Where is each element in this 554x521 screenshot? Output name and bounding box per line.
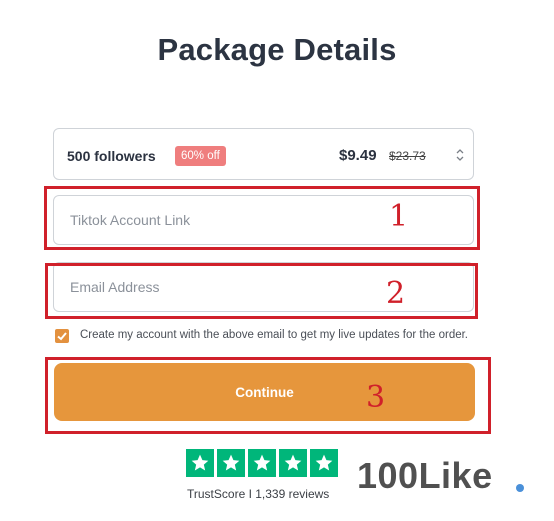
email-input[interactable] bbox=[53, 262, 474, 312]
brand-logo: 100Like bbox=[357, 455, 493, 496]
star-icon bbox=[279, 449, 307, 477]
create-account-checkbox[interactable] bbox=[55, 329, 69, 343]
logo-dot bbox=[516, 484, 524, 492]
package-select[interactable]: 500 followers 60% off $9.49 $23.73 bbox=[53, 128, 474, 180]
page-title: Package Details bbox=[157, 32, 397, 67]
star-icon bbox=[248, 449, 276, 477]
trustscore-text: TrustScore I 1,339 reviews bbox=[187, 487, 330, 501]
trustpilot-stars bbox=[186, 449, 338, 477]
annotation-number-3: 3 bbox=[366, 380, 386, 415]
star-icon bbox=[186, 449, 214, 477]
star-icon bbox=[217, 449, 245, 477]
create-account-label: Create my account with the above email t… bbox=[80, 329, 469, 341]
continue-button[interactable]: Continue bbox=[54, 363, 475, 421]
tiktok-link-input[interactable] bbox=[53, 195, 474, 245]
package-old-price: $23.73 bbox=[389, 149, 426, 163]
checkmark-icon bbox=[57, 332, 67, 341]
discount-badge: 60% off bbox=[175, 146, 226, 166]
annotation-number-2: 2 bbox=[386, 276, 406, 311]
package-label: 500 followers bbox=[67, 148, 156, 164]
annotation-number-1: 1 bbox=[389, 199, 409, 234]
package-price: $9.49 bbox=[339, 147, 377, 164]
chevron-updown-icon bbox=[456, 149, 464, 161]
star-icon bbox=[310, 449, 338, 477]
